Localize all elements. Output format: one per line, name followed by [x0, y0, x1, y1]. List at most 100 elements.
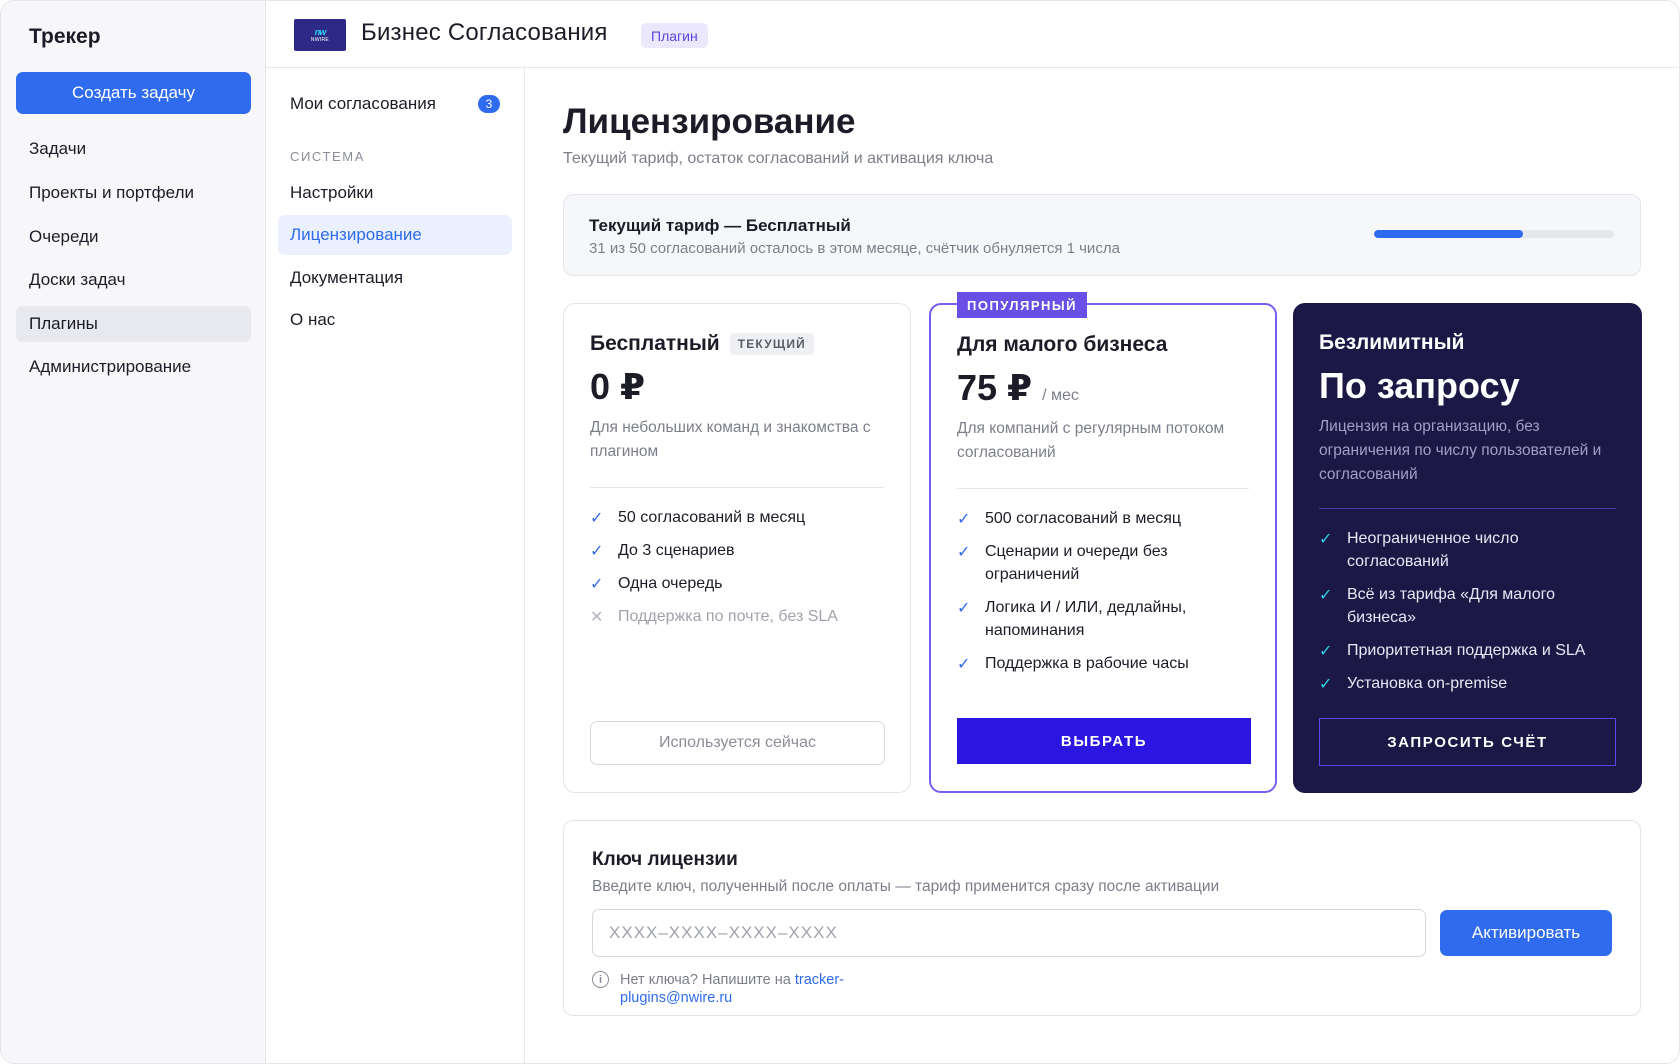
- plan-description: Для компаний с регулярным потоком соглас…: [957, 420, 1225, 461]
- check-icon: ✓: [590, 576, 604, 593]
- subnav-item-label: Мои согласования: [290, 94, 436, 113]
- feature-item: ✓ 500 согласований в месяц: [957, 507, 1255, 530]
- plugin-subnav: Мои согласования 3 СИСТЕМА Настройки Лиц…: [266, 68, 525, 1063]
- divider: [957, 488, 1249, 489]
- feature-item: ✓ Всё из тарифа «Для малого бизнеса»: [1319, 583, 1622, 629]
- license-key-help: i Нет ключа? Напишите на tracker-plugins…: [592, 971, 872, 1007]
- app-title: Бизнес Согласования: [361, 19, 608, 46]
- feature-text: Одна очередь: [618, 575, 723, 592]
- plan-card-small-business: ПОПУЛЯРНЫЙ Для малого бизнеса 75 ₽ / мес…: [929, 292, 1277, 793]
- subnav-item-docs[interactable]: Документация: [278, 258, 512, 298]
- license-key-card: Ключ лицензии Введите ключ, полученный п…: [563, 820, 1641, 1016]
- check-icon: ✓: [957, 511, 971, 528]
- plan-price: 0 ₽: [590, 366, 646, 407]
- help-text: Нет ключа? Напишите на: [620, 972, 795, 988]
- feature-text: Поддержка в рабочие часы: [985, 655, 1189, 672]
- logo-text: NWIRE: [310, 36, 330, 43]
- create-task-button[interactable]: Создать задачу: [16, 72, 251, 114]
- subnav-item-my-approvals[interactable]: Мои согласования 3: [278, 84, 512, 124]
- sidebar-item-queues[interactable]: Очереди: [16, 219, 251, 255]
- feature-text: Сценарии и очереди без ограничений: [985, 543, 1168, 583]
- plan-price: По запросу: [1319, 365, 1520, 406]
- plan-features: ✓ Неограниченное число согласований ✓ Всё …: [1319, 527, 1622, 705]
- feature-item: ✓ До 3 сценариев: [590, 539, 890, 562]
- plan-price-value: 75 ₽: [957, 367, 1033, 408]
- nwire-logo: nw NWIRE: [294, 19, 346, 51]
- plan-price-period: / мес: [1042, 387, 1079, 404]
- feature-text: Логика И / ИЛИ, дедлайны, напоминания: [985, 599, 1187, 639]
- feature-text: Приоритетная поддержка и SLA: [1347, 642, 1586, 659]
- subnav-item-about[interactable]: О нас: [278, 300, 512, 340]
- plan-name-text: Бесплатный: [590, 332, 720, 355]
- feature-item: ✓ Поддержка в рабочие часы: [957, 652, 1255, 675]
- check-icon: ✓: [1319, 531, 1333, 548]
- sidebar-item-boards[interactable]: Доски задач: [16, 262, 251, 298]
- check-icon: ✓: [957, 600, 971, 617]
- plan-name: Бесплатный ТЕКУЩИЙ: [590, 332, 815, 356]
- check-icon: ✓: [1319, 643, 1333, 660]
- check-icon: ✓: [1319, 676, 1333, 693]
- check-icon: ✓: [957, 656, 971, 673]
- page-subtitle: Текущий тариф, остаток согласований и ак…: [563, 150, 994, 167]
- feature-item: ✓ 50 согласований в месяц: [590, 506, 890, 529]
- header: nw NWIRE Бизнес Согласования Плагин: [266, 1, 1679, 68]
- current-plan-title: Текущий тариф — Бесплатный: [589, 216, 851, 235]
- feature-item: ✓ Сценарии и очереди без ограничений: [957, 540, 1255, 586]
- feature-item: ✓ Логика И / ИЛИ, дедлайны, напоминания: [957, 596, 1255, 642]
- sidebar: Трекер Создать задачу Задачи Проекты и п…: [1, 1, 266, 1063]
- feature-item: ✓ Неограниченное число согласований: [1319, 527, 1622, 573]
- sidebar-item-plugins[interactable]: Плагины: [16, 306, 251, 342]
- subnav-item-settings[interactable]: Настройки: [278, 173, 512, 213]
- logo-mark: nw: [314, 26, 326, 37]
- feature-item: ✓ Приоритетная поддержка и SLA: [1319, 639, 1622, 662]
- current-plan-banner: Текущий тариф — Бесплатный 31 из 50 согл…: [563, 194, 1641, 276]
- feature-text: Неограниченное число согласований: [1347, 530, 1519, 570]
- plugin-badge: Плагин: [641, 23, 708, 48]
- check-icon: ✓: [590, 510, 604, 527]
- request-invoice-button[interactable]: ЗАПРОСИТЬ СЧЁТ: [1319, 718, 1616, 766]
- usage-progress-fill: [1374, 230, 1523, 238]
- feature-text: Установка on-premise: [1347, 675, 1508, 692]
- feature-item-excluded: ✕ Поддержка по почте, без SLA: [590, 605, 890, 628]
- license-key-subtitle: Введите ключ, полученный после оплаты — …: [592, 878, 1220, 895]
- feature-text: Поддержка по почте, без SLA: [618, 608, 838, 625]
- current-plan-usage: 31 из 50 согласований осталось в этом ме…: [589, 240, 1120, 257]
- popular-badge: ПОПУЛЯРНЫЙ: [957, 292, 1087, 318]
- sidebar-item-admin[interactable]: Администрирование: [16, 349, 251, 385]
- approvals-count-badge: 3: [478, 95, 500, 113]
- feature-item: ✓ Установка on-premise: [1319, 672, 1622, 695]
- choose-plan-button[interactable]: ВЫБРАТЬ: [957, 718, 1251, 764]
- sidebar-title: Трекер: [29, 25, 101, 48]
- plan-name-text: Для малого бизнеса: [957, 333, 1168, 356]
- feature-text: До 3 сценариев: [618, 542, 735, 559]
- plan-features: ✓ 50 согласований в месяц ✓ До 3 сценариев…: [590, 506, 890, 638]
- page-title: Лицензирование: [563, 102, 856, 141]
- app-window: Трекер Создать задачу Задачи Проекты и п…: [0, 0, 1680, 1064]
- plan-name: Безлимитный: [1319, 331, 1464, 355]
- info-icon: i: [592, 971, 609, 988]
- subnav-section-label: СИСТЕМА: [290, 149, 366, 164]
- plan-features: ✓ 500 согласований в месяц ✓ Сценарии и оч…: [957, 507, 1255, 685]
- license-key-input[interactable]: [592, 909, 1426, 957]
- feature-text: 500 согласований в месяц: [985, 510, 1182, 527]
- current-plan-tag: ТЕКУЩИЙ: [729, 333, 815, 355]
- sidebar-item-tasks[interactable]: Задачи: [16, 131, 251, 167]
- feature-text: Всё из тарифа «Для малого бизнеса»: [1347, 586, 1555, 626]
- check-icon: ✓: [1319, 587, 1333, 604]
- plan-name: Для малого бизнеса: [957, 333, 1167, 357]
- plan-card-free: Бесплатный ТЕКУЩИЙ 0 ₽ Для небольших ком…: [563, 303, 911, 793]
- in-use-button[interactable]: Используется сейчас: [590, 721, 885, 765]
- check-icon: ✓: [957, 544, 971, 561]
- sidebar-item-projects[interactable]: Проекты и портфели: [16, 175, 251, 211]
- feature-text: 50 согласований в месяц: [618, 509, 806, 526]
- cross-icon: ✕: [590, 609, 604, 626]
- divider: [590, 487, 884, 488]
- usage-progress-bar: [1374, 230, 1614, 238]
- plan-description: Лицензия на организацию, без ограничения…: [1319, 418, 1602, 483]
- plan-name-text: Безлимитный: [1319, 331, 1465, 354]
- license-key-title: Ключ лицензии: [592, 849, 738, 870]
- plan-price: 75 ₽ / мес: [957, 367, 1079, 409]
- activate-button[interactable]: Активировать: [1440, 910, 1612, 956]
- subnav-item-licensing[interactable]: Лицензирование: [278, 215, 512, 255]
- divider: [1319, 508, 1616, 509]
